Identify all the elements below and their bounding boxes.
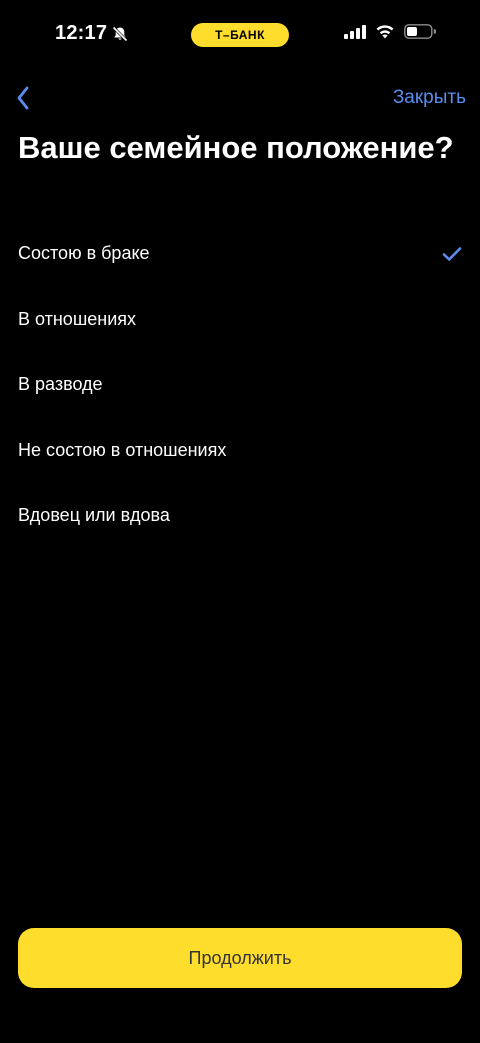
checkmark-icon [442, 246, 462, 261]
carrier-badge: Т–БАНК [191, 23, 289, 47]
cellular-signal-icon [344, 24, 366, 39]
close-button[interactable]: Закрыть [393, 87, 466, 109]
option-label: Вдовец или вдова [18, 505, 170, 526]
option-married[interactable]: Состою в браке [0, 221, 480, 287]
continue-button[interactable]: Продолжить [18, 928, 462, 988]
option-label: Состою в браке [18, 243, 150, 264]
navigation-bar: Закрыть [0, 78, 480, 118]
bell-slash-icon [112, 25, 128, 42]
option-in-relationship[interactable]: В отношениях [0, 287, 480, 353]
option-single[interactable]: Не состою в отношениях [0, 418, 480, 484]
option-label: Не состою в отношениях [18, 439, 227, 460]
chevron-left-icon [17, 86, 29, 110]
status-icons [344, 24, 436, 39]
option-label: В разводе [18, 374, 103, 395]
option-divorced[interactable]: В разводе [0, 352, 480, 418]
time-group: 12:17 [55, 22, 129, 45]
status-time: 12:17 [55, 22, 108, 44]
page-title: Ваше семейное положение? [18, 130, 454, 165]
wifi-icon [376, 25, 394, 39]
option-label: В отношениях [18, 308, 137, 329]
status-bar: 12:17 Т–БАНК [0, 0, 480, 70]
option-widowed[interactable]: Вдовец или вдова [0, 483, 480, 549]
battery-icon [404, 24, 436, 39]
marital-status-options: Состою в браке В отношениях В разводе Не… [0, 221, 480, 549]
back-button[interactable] [8, 82, 38, 114]
